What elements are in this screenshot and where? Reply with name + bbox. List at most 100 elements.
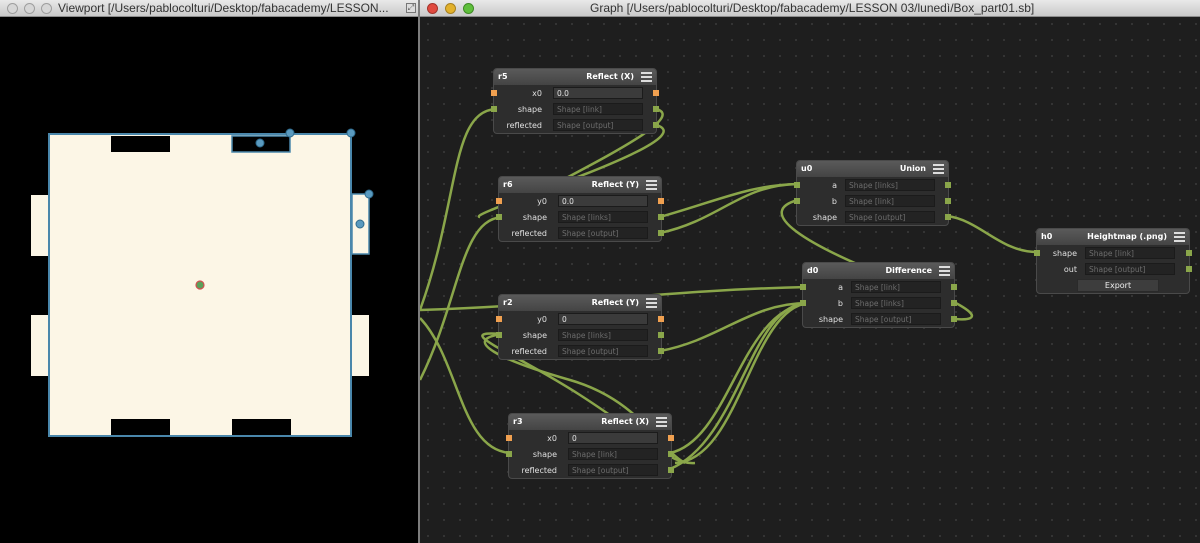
left-tab-top: [31, 195, 50, 256]
output-port[interactable]: [945, 182, 951, 188]
param-label: shape: [522, 213, 547, 222]
menu-icon[interactable]: [646, 180, 657, 190]
param-field: Shape [output]: [1085, 263, 1175, 275]
left-tab-bottom: [31, 315, 50, 376]
graph-title: Graph [/Users/pablocolturi/Desktop/fabac…: [590, 1, 1035, 15]
param-label: b: [831, 197, 837, 206]
param-label: shape: [532, 450, 557, 459]
fullscreen-icon[interactable]: ⤢: [406, 3, 416, 13]
menu-icon[interactable]: [656, 417, 667, 427]
output-port[interactable]: [668, 467, 674, 473]
graph-window: Graph [/Users/pablocolturi/Desktop/fabac…: [420, 0, 1200, 543]
viewport-titlebar[interactable]: Viewport [/Users/pablocolturi/Desktop/fa…: [0, 0, 420, 17]
param-label: out: [1063, 265, 1077, 274]
param-field: Shape [output]: [558, 345, 648, 357]
output-port[interactable]: [951, 300, 957, 306]
output-port[interactable]: [658, 230, 664, 236]
node-h0[interactable]: h0 Heightmap (.png) shape Shape [link] out…: [1034, 228, 1192, 294]
graph-titlebar[interactable]: Graph [/Users/pablocolturi/Desktop/fabac…: [420, 0, 1200, 17]
output-port[interactable]: [653, 90, 659, 96]
output-port[interactable]: [658, 198, 664, 204]
center-gizmo-icon: [195, 280, 205, 290]
param-label: a: [832, 181, 837, 190]
minimize-icon[interactable]: [445, 3, 456, 14]
param-label: reflected: [511, 347, 547, 356]
param-label: reflected: [506, 121, 542, 130]
slot-top-left: [111, 136, 170, 152]
viewport-canvas[interactable]: [0, 17, 418, 543]
zoom-icon[interactable]: [41, 3, 52, 14]
param-label: y0: [537, 197, 547, 206]
right-tab-bottom: [350, 315, 369, 376]
output-port[interactable]: [653, 122, 659, 128]
node-id: r3: [513, 417, 523, 426]
param-label: shape: [522, 331, 547, 340]
param-field: Shape [output]: [558, 227, 648, 239]
node-type: Reflect (Y): [591, 298, 639, 307]
param-field: Shape [link]: [851, 281, 941, 293]
zoom-icon[interactable]: [463, 3, 474, 14]
param-label: shape: [1052, 249, 1077, 258]
node-id: h0: [1041, 232, 1053, 241]
close-icon[interactable]: [7, 3, 18, 14]
output-port[interactable]: [951, 316, 957, 322]
param-field: Shape [link]: [568, 448, 658, 460]
node-r6[interactable]: r6 Reflect (Y) y0 0.0 shape Shape [links] r…: [496, 176, 664, 242]
param-field: Shape [links]: [558, 211, 648, 223]
output-port[interactable]: [945, 198, 951, 204]
node-type: Reflect (Y): [591, 180, 639, 189]
output-port[interactable]: [658, 348, 664, 354]
slot-bottom-right: [232, 419, 291, 435]
param-field: Shape [output]: [553, 119, 643, 131]
param-label: shape: [818, 315, 843, 324]
node-d0[interactable]: d0 Difference a Shape [link] b Shape [links…: [800, 262, 957, 328]
output-port[interactable]: [1186, 250, 1192, 256]
param-label: shape: [812, 213, 837, 222]
node-id: r2: [503, 298, 513, 307]
param-label: y0: [537, 315, 547, 324]
menu-icon[interactable]: [641, 72, 652, 82]
param-label: x0: [532, 89, 542, 98]
output-port[interactable]: [668, 435, 674, 441]
node-r2[interactable]: r2 Reflect (Y) y0 0 shape Shape [links] ref…: [496, 294, 664, 360]
menu-icon[interactable]: [939, 266, 950, 276]
node-r3[interactable]: r3 Reflect (X) x0 0 shape Shape [link] refl…: [506, 413, 674, 479]
node-u0[interactable]: u0 Union a Shape [links] b Shape [link] sha…: [794, 160, 951, 226]
handle-1: [285, 128, 295, 138]
minimize-icon[interactable]: [24, 3, 35, 14]
menu-icon[interactable]: [1174, 232, 1185, 242]
handle-4: [255, 138, 265, 148]
node-type: Reflect (X): [601, 417, 649, 426]
node-type: Heightmap (.png): [1087, 232, 1167, 241]
param-label: x0: [547, 434, 557, 443]
export-button[interactable]: Export: [1077, 279, 1159, 292]
close-icon[interactable]: [427, 3, 438, 14]
output-port[interactable]: [945, 214, 951, 220]
param-field: Shape [link]: [553, 103, 643, 115]
output-port[interactable]: [653, 106, 659, 112]
output-port[interactable]: [658, 316, 664, 322]
output-port[interactable]: [1186, 266, 1192, 272]
node-r5[interactable]: r5 Reflect (X) x0 0.0 shape Shape [link] re…: [491, 68, 659, 134]
output-port[interactable]: [658, 214, 664, 220]
menu-icon[interactable]: [646, 298, 657, 308]
slot-bottom-left: [111, 419, 170, 435]
param-field[interactable]: 0.0: [553, 87, 643, 99]
output-port[interactable]: [951, 284, 957, 290]
handle-2: [346, 128, 356, 138]
output-port[interactable]: [668, 451, 674, 457]
param-field[interactable]: 0: [558, 313, 648, 325]
param-field: Shape [links]: [845, 179, 935, 191]
param-field[interactable]: 0.0: [558, 195, 648, 207]
param-label: reflected: [521, 466, 557, 475]
node-id: r6: [503, 180, 513, 189]
output-port[interactable]: [658, 332, 664, 338]
menu-icon[interactable]: [933, 164, 944, 174]
param-field[interactable]: 0: [568, 432, 658, 444]
param-label: shape: [517, 105, 542, 114]
node-type: Difference: [885, 266, 932, 275]
param-field: Shape [output]: [851, 313, 941, 325]
viewport-title: Viewport [/Users/pablocolturi/Desktop/fa…: [58, 1, 389, 15]
node-type: Reflect (X): [586, 72, 634, 81]
node-id: r5: [498, 72, 508, 81]
